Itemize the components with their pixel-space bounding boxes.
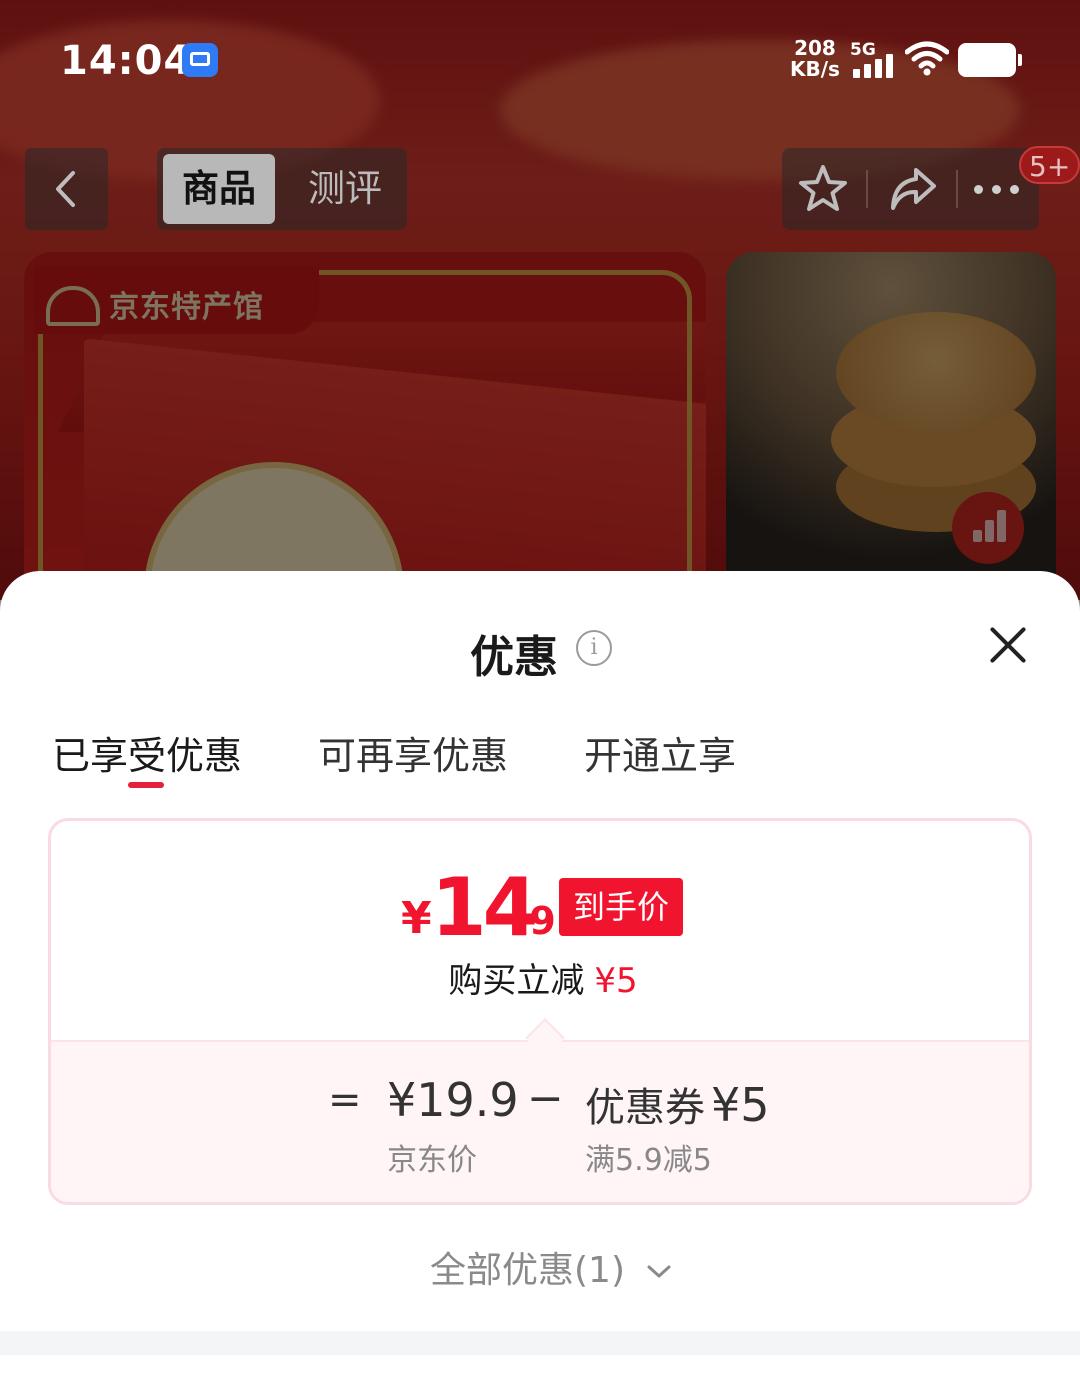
star-icon[interactable] xyxy=(796,162,850,216)
top-tabs: 商品 测评 xyxy=(157,148,407,230)
minus-sign: − xyxy=(527,1073,564,1124)
back-button[interactable] xyxy=(25,148,108,230)
all-discounts-label: 全部优惠(1) xyxy=(430,1250,625,1291)
tab-enjoyed-discounts[interactable]: 已享受优惠 xyxy=(52,725,242,780)
price-decimal: .9 xyxy=(515,899,556,943)
discount-sheet: 优惠 i 已享受优惠 可再享优惠 开通立享 ¥ 14 .9 到手价 购买立减 ¥5… xyxy=(0,571,1080,1395)
instant-reduction: 购买立减 ¥5 xyxy=(51,953,1029,1002)
coupon-discount: 优惠券 ¥5 xyxy=(585,1075,770,1133)
coupon-condition: 满5.9减5 xyxy=(585,1143,712,1178)
signal-icon xyxy=(853,54,895,78)
network-speed: 208 KB/s xyxy=(790,38,840,80)
sheet-title: 优惠 xyxy=(470,632,558,683)
notification-app-icon xyxy=(182,43,218,77)
reduction-label: 购买立减 xyxy=(448,961,585,1001)
network-speed-value: 208 xyxy=(794,36,836,60)
chevron-down-icon xyxy=(647,1265,671,1278)
battery-icon xyxy=(958,43,1022,77)
tab-review[interactable]: 测评 xyxy=(289,154,401,224)
coupon-label: 优惠券 xyxy=(585,1085,705,1131)
share-icon[interactable] xyxy=(886,162,940,216)
reduction-amount: ¥5 xyxy=(594,961,638,1001)
status-bar: 14:04 208 KB/s 5G xyxy=(0,0,1080,120)
network-speed-unit: KB/s xyxy=(790,57,840,81)
jd-price-label: 京东价 xyxy=(387,1143,477,1178)
divider xyxy=(956,170,958,208)
tab-product[interactable]: 商品 xyxy=(163,154,275,224)
cart-badge: 5+ xyxy=(1019,146,1080,184)
coupon-amount: ¥5 xyxy=(711,1078,770,1132)
divider xyxy=(866,170,868,208)
top-actions xyxy=(782,148,1039,230)
discount-card: ¥ 14 .9 到手价 购买立减 ¥5 = ¥19.9 京东价 − 优惠券 ¥5 满… xyxy=(48,818,1032,1205)
back-arrow-icon xyxy=(56,171,75,207)
jd-price: ¥19.9 xyxy=(387,1073,519,1127)
all-discounts-toggle[interactable]: 全部优惠(1) xyxy=(430,1241,672,1293)
status-time: 14:04 xyxy=(60,38,193,84)
footer-divider xyxy=(0,1331,1080,1355)
equals-sign: = xyxy=(328,1077,362,1123)
tab-more-discounts[interactable]: 可再享优惠 xyxy=(318,725,508,780)
tab-active-indicator xyxy=(128,782,164,788)
close-icon[interactable] xyxy=(984,621,1032,669)
wifi-icon xyxy=(905,41,949,76)
final-price-badge: 到手价 xyxy=(559,878,683,936)
info-icon[interactable]: i xyxy=(576,630,612,666)
price-currency: ¥ xyxy=(401,893,432,944)
tab-activate-discounts[interactable]: 开通立享 xyxy=(584,725,736,780)
